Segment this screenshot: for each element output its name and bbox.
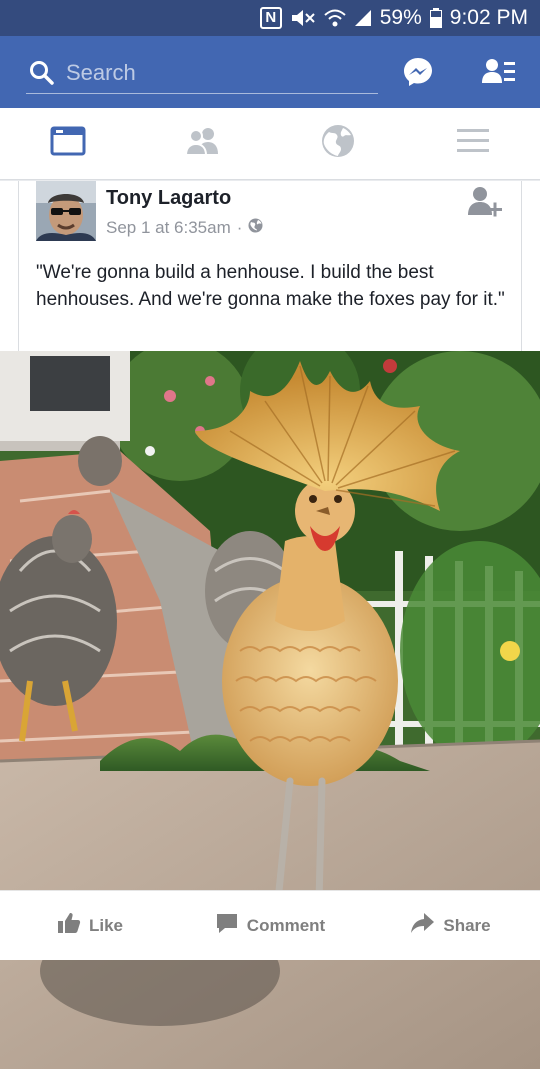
avatar[interactable] bbox=[36, 181, 96, 241]
tab-notifications[interactable] bbox=[270, 108, 405, 179]
post-author[interactable]: Tony Lagarto bbox=[106, 187, 231, 210]
comment-button[interactable]: Comment bbox=[180, 912, 360, 939]
mute-icon bbox=[290, 8, 316, 28]
public-globe-icon bbox=[248, 218, 263, 238]
share-label: Share bbox=[443, 915, 491, 935]
app-header: Search bbox=[0, 36, 540, 108]
friend-requests-icon[interactable] bbox=[482, 56, 516, 88]
post-photo[interactable] bbox=[0, 351, 540, 1069]
tab-bar bbox=[0, 108, 540, 180]
comment-icon bbox=[215, 912, 239, 939]
tab-friends[interactable] bbox=[135, 108, 270, 179]
battery-icon bbox=[429, 8, 442, 28]
post-text: "We're gonna build a henhouse. I build t… bbox=[36, 262, 505, 310]
status-bar: N 59% 9:02 PM bbox=[0, 0, 540, 36]
signal-icon bbox=[354, 9, 372, 27]
share-icon bbox=[409, 912, 435, 939]
add-friend-button[interactable] bbox=[466, 185, 504, 221]
feed-post: Tony Lagarto Sep 1 at 6:35am · "We're go… bbox=[0, 181, 540, 1069]
messenger-icon[interactable] bbox=[402, 56, 434, 88]
search-icon bbox=[26, 57, 58, 89]
menu-icon bbox=[456, 128, 490, 159]
tab-news-feed[interactable] bbox=[0, 108, 135, 179]
globe-icon bbox=[321, 124, 355, 163]
like-button[interactable]: Like bbox=[0, 912, 180, 939]
clock: 9:02 PM bbox=[449, 6, 528, 29]
like-label: Like bbox=[88, 915, 124, 935]
search-bar[interactable]: Search bbox=[26, 52, 378, 94]
search-input[interactable]: Search bbox=[66, 60, 136, 86]
tab-menu[interactable] bbox=[405, 108, 540, 179]
friends-icon bbox=[184, 126, 222, 161]
meta-separator: · bbox=[236, 218, 243, 237]
post-timestamp[interactable]: Sep 1 at 6:35am bbox=[106, 218, 231, 238]
comment-label: Comment bbox=[246, 915, 326, 935]
nfc-icon: N bbox=[259, 7, 282, 29]
card-border bbox=[18, 181, 19, 351]
news-feed-icon bbox=[50, 126, 86, 161]
post-actions: Like Comment Share bbox=[0, 890, 540, 960]
thumbs-up-icon bbox=[57, 912, 81, 939]
battery-level: 59% bbox=[379, 6, 422, 29]
card-border bbox=[521, 181, 522, 351]
post-meta: Sep 1 at 6:35am · bbox=[106, 218, 263, 238]
share-button[interactable]: Share bbox=[360, 912, 540, 939]
wifi-icon bbox=[324, 8, 346, 28]
add-friend-icon bbox=[466, 187, 504, 225]
